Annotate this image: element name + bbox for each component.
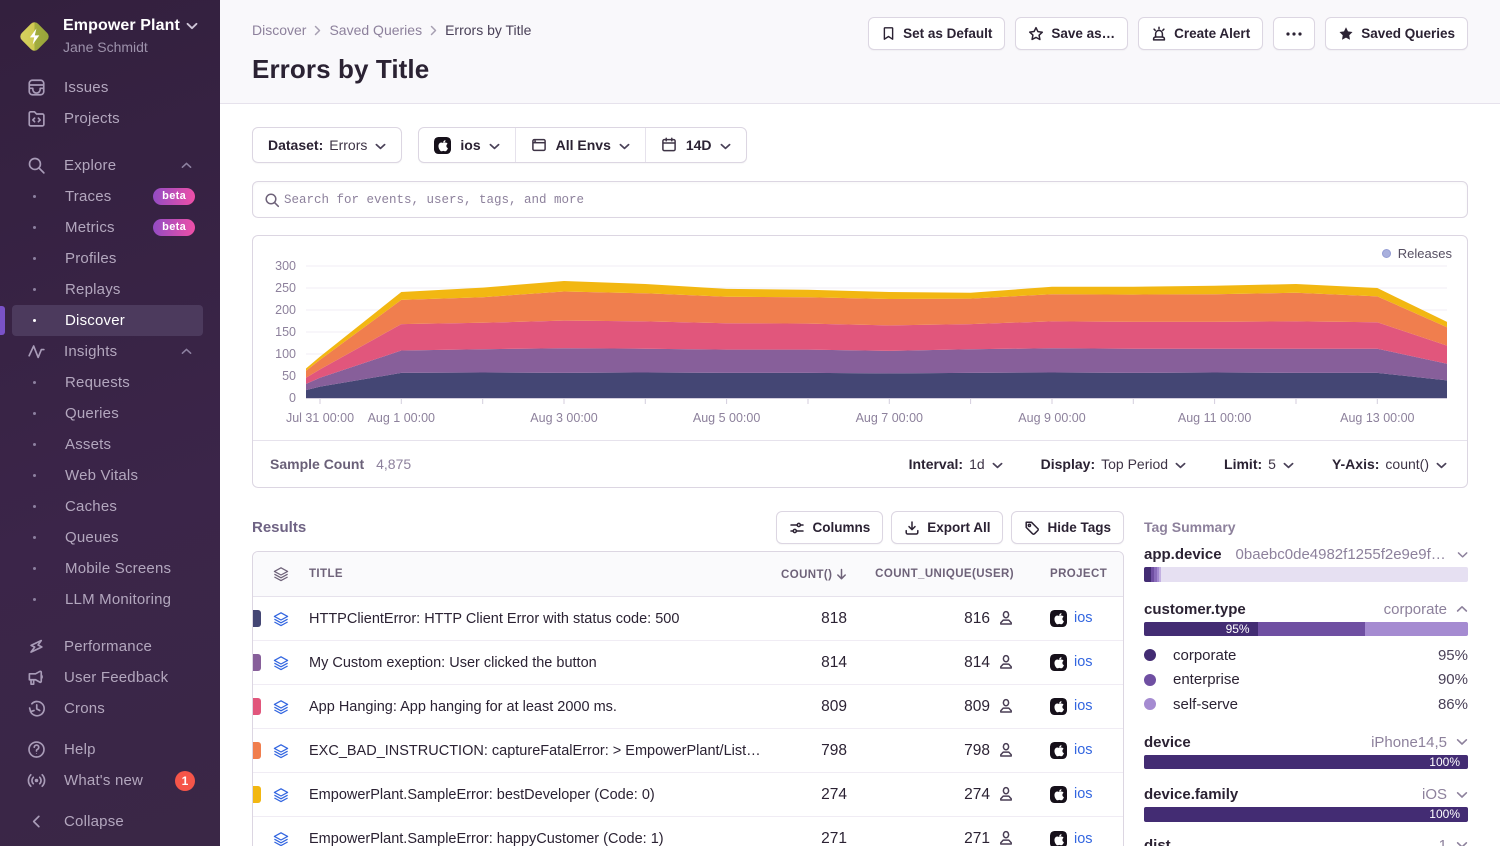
svg-text:Aug 7 00:00: Aug 7 00:00 (856, 411, 923, 425)
svg-text:Aug 1 00:00: Aug 1 00:00 (368, 411, 435, 425)
svg-text:Aug 13 00:00: Aug 13 00:00 (1340, 411, 1414, 425)
svg-text:Aug 9 00:00: Aug 9 00:00 (1018, 411, 1085, 425)
svg-text:150: 150 (275, 325, 296, 339)
svg-text:300: 300 (275, 259, 296, 273)
svg-text:200: 200 (275, 303, 296, 317)
svg-text:Aug 11 00:00: Aug 11 00:00 (1178, 411, 1251, 425)
svg-text:250: 250 (275, 281, 296, 295)
svg-text:Jul 31 00:00: Jul 31 00:00 (286, 411, 354, 425)
svg-text:50: 50 (282, 369, 296, 383)
svg-text:Aug 3 00:00: Aug 3 00:00 (530, 411, 597, 425)
svg-text:0: 0 (289, 391, 296, 405)
svg-text:Aug 5 00:00: Aug 5 00:00 (693, 411, 760, 425)
svg-text:100: 100 (275, 347, 296, 361)
